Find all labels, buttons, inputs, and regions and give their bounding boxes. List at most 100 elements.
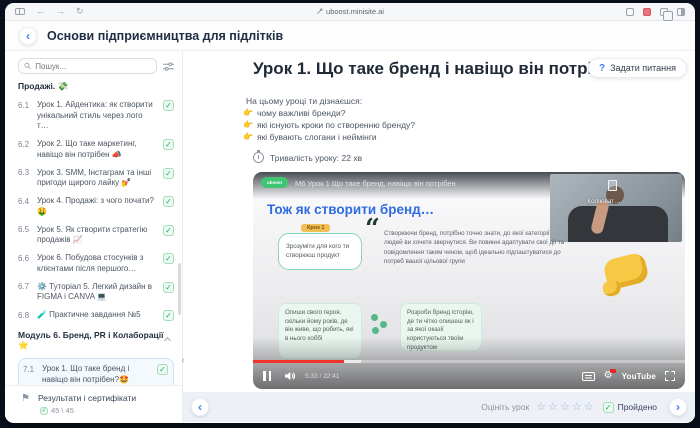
lesson-title: Урок 2. Що таке маркетинг, навіщо він по…: [37, 139, 155, 160]
completed-checkbox-icon[interactable]: ✓: [163, 225, 174, 236]
progress-check-icon: ✓: [40, 407, 48, 415]
video-controls: 5:33 / 22:41 ⚙ YouTube: [253, 363, 685, 389]
lesson-bullet: 👉 чому важливі бренди?: [243, 108, 345, 118]
completed-toggle[interactable]: ✓ Пройдено: [601, 402, 657, 413]
lesson-nav-bar: ‹ Оцініть урок ☆☆☆☆☆ ✓ Пройдено ›: [183, 392, 695, 422]
star-rating[interactable]: ☆☆☆☆☆: [536, 402, 593, 413]
browser-window: ← → ↻ uboost.minisite.ai ‹ Основи підпри…: [5, 3, 695, 423]
site-link-icon: [316, 8, 323, 15]
progress-count: 45 \ 45: [51, 406, 74, 415]
copy-icon: [608, 180, 617, 191]
ask-question-label: Задати питання: [610, 63, 676, 73]
lesson-title: Урок 3. SMM, Інстаграм та інші пригоди щ…: [37, 168, 155, 189]
tab-overview-icon[interactable]: [677, 8, 685, 16]
lesson-number: 6.5: [18, 225, 31, 235]
star-icon[interactable]: ☆: [548, 402, 558, 413]
module-6-header[interactable]: Модуль 6. Бренд, PR і Колаборації ⭐: [18, 330, 174, 351]
results-footer[interactable]: ⚑ Результати і сертифікати ✓ 45 \ 45: [5, 385, 182, 422]
question-mark-icon: ?: [599, 63, 605, 74]
webcam-overlay-label: Копіюват…: [550, 198, 658, 205]
desktop-background: ← → ↻ uboost.minisite.ai ‹ Основи підпри…: [0, 0, 700, 428]
slide-heading: Тож як створити бренд…: [267, 202, 434, 217]
step-1-bubble: Зрозуміти для кого ти створюєш продукт: [278, 233, 362, 270]
lesson-item[interactable]: 6.3 Урок 3. SMM, Інстаграм та інші приго…: [18, 168, 174, 189]
reload-icon[interactable]: ↻: [76, 7, 84, 16]
completed-checkbox-icon[interactable]: ✓: [163, 253, 174, 264]
quote-mark-icon: “: [365, 214, 380, 244]
lesson-item[interactable]: 6.8 🧪 Практичне завдання №5 ✓: [18, 310, 174, 321]
subtitles-icon[interactable]: [582, 372, 595, 381]
lesson-intro: На цьому уроці ти дізнаєшся:: [246, 96, 362, 106]
volume-icon[interactable]: [284, 371, 296, 381]
filter-icon[interactable]: [163, 62, 174, 71]
time-display: 5:33 / 22:41: [305, 373, 339, 380]
rate-lesson-label: Оцініть урок: [481, 402, 529, 412]
back-icon[interactable]: ←: [36, 7, 45, 16]
completed-checkbox-icon[interactable]: ✓: [157, 364, 168, 375]
forward-icon[interactable]: →: [56, 7, 65, 16]
completed-checkbox-icon[interactable]: ✓: [163, 139, 174, 150]
star-icon[interactable]: ☆: [572, 402, 582, 413]
extension-icon[interactable]: [643, 8, 651, 16]
lesson-number: 6.7: [18, 282, 31, 292]
ask-question-button[interactable]: ? Задати питання: [588, 58, 687, 78]
lesson-item[interactable]: 6.5 Урок 5. Як створити стратегію продаж…: [18, 225, 174, 246]
star-icon[interactable]: ☆: [560, 402, 570, 413]
lesson-title: Урок 5. Як створити стратегію продажів 📈: [37, 225, 155, 246]
lesson-title: 🧪 Практичне завдання №5: [37, 310, 155, 321]
youtube-logo[interactable]: YouTube: [622, 372, 656, 381]
search-input-wrap[interactable]: [18, 58, 157, 74]
completed-checkbox-icon[interactable]: ✓: [163, 168, 174, 179]
lesson-item[interactable]: 6.7 ⚙️ Туторіал 5. Легкий дизайн в FIGMA…: [18, 282, 174, 303]
lesson-sidebar: Продажі. 💸 6.1 Урок 1. Айдентика: як ств…: [5, 51, 183, 422]
fist-emoji-graphic: [602, 251, 650, 290]
translate-icon[interactable]: [626, 8, 634, 16]
copy-tab-icon[interactable]: [660, 8, 668, 16]
done-checkbox-icon[interactable]: ✓: [603, 402, 614, 413]
sidebar-toggle-icon[interactable]: [15, 8, 25, 15]
video-slide-topbar-title: М6 Урок 1 Що таке бренд, навіщо він потр…: [295, 179, 456, 188]
address-bar[interactable]: uboost.minisite.ai: [316, 7, 384, 16]
previous-lesson-button[interactable]: ‹: [191, 398, 209, 416]
completed-checkbox-icon[interactable]: ✓: [163, 196, 174, 207]
lesson-item[interactable]: 6.1 Урок 1. Айдентика: як створити уніка…: [18, 100, 174, 132]
step-1-tag: Крок 1: [301, 224, 330, 232]
bullet-text: які бувають слогани і неймінги: [257, 132, 377, 142]
pause-button[interactable]: [263, 371, 271, 381]
search-input[interactable]: [35, 62, 151, 71]
duration-row: Тривалість уроку: 22 хв: [253, 152, 362, 163]
done-label: Пройдено: [618, 402, 657, 412]
fullscreen-icon[interactable]: [665, 371, 675, 381]
star-icon[interactable]: ☆: [584, 402, 594, 413]
url-text: uboost.minisite.ai: [326, 7, 384, 16]
completed-checkbox-icon[interactable]: ✓: [163, 282, 174, 293]
back-to-courses-button[interactable]: ‹: [19, 27, 37, 45]
lesson-number: 6.1: [18, 100, 31, 110]
flag-icon: ⚑: [21, 393, 30, 404]
lesson-item[interactable]: 6.6 Урок 6. Побудова стосунків з клієнта…: [18, 253, 174, 274]
lesson-item[interactable]: 6.4 Урок 4. Продажі: з чого почати? 🤑 ✓: [18, 196, 174, 217]
settings-gear-icon[interactable]: ⚙: [604, 371, 613, 381]
search-icon: [24, 62, 31, 70]
lesson-number: 6.4: [18, 196, 31, 206]
lesson-item-active[interactable]: 7.1 Урок 1. Що таке бренд і навіщо він п…: [23, 364, 168, 385]
lesson-item[interactable]: 6.2 Урок 2. Що таке маркетинг, навіщо ві…: [18, 139, 174, 160]
video-player[interactable]: uboost М6 Урок 1 Що таке бренд, навіщо в…: [253, 172, 685, 389]
pointing-finger-icon: 👉: [243, 132, 253, 142]
slide-quote: Створюючи бренд, потрібно точно знати, д…: [384, 229, 566, 266]
lesson-title: Урок 1. Що таке бренд і навіщо він потрі…: [42, 364, 149, 385]
star-icon[interactable]: ☆: [536, 402, 546, 413]
next-lesson-button[interactable]: ›: [669, 398, 687, 416]
lesson-number: 7.1: [23, 364, 36, 374]
duration-text: Тривалість уроку: 22 хв: [270, 153, 362, 163]
course-title: Основи підприємництва для підлітків: [47, 29, 283, 43]
lesson-content: Урок 1. Що таке бренд і навіщо він потрі…: [183, 51, 695, 422]
sidebar-scrollbar[interactable]: [178, 263, 181, 315]
lesson-title: Урок 1. Айдентика: як створити унікальни…: [37, 100, 155, 132]
completed-checkbox-icon[interactable]: ✓: [163, 100, 174, 111]
completed-checkbox-icon[interactable]: ✓: [163, 310, 174, 321]
sidebar-collapse-button[interactable]: ‹: [177, 354, 189, 368]
lesson-title: ⚙️ Туторіал 5. Легкий дизайн в FIGMA і C…: [37, 282, 155, 303]
lesson-number: 6.3: [18, 168, 31, 178]
chevron-up-icon: [164, 337, 171, 344]
